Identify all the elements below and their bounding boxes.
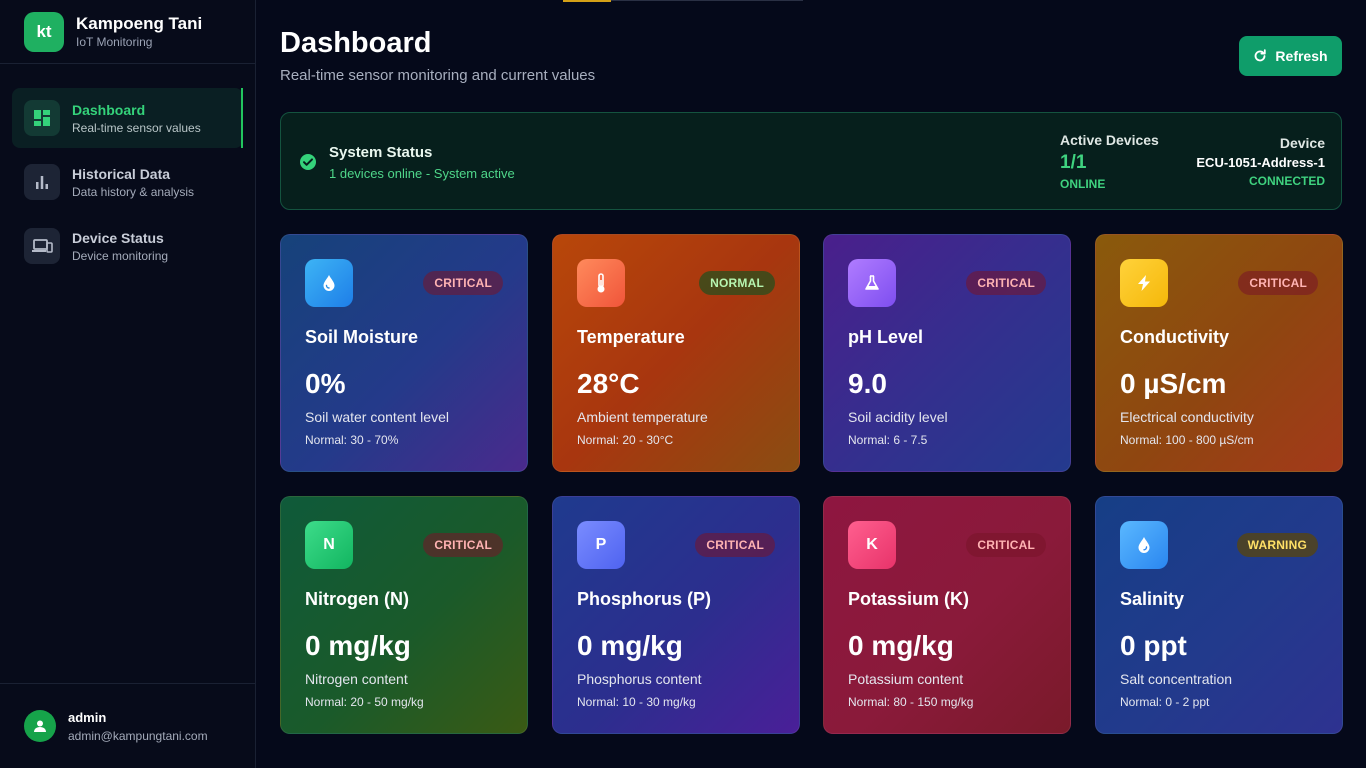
sensor-name: pH Level bbox=[848, 327, 924, 347]
sensor-description: Phosphorus content bbox=[577, 671, 702, 687]
nitrogen-icon: N bbox=[305, 521, 353, 569]
sensor-card-soil-moisture[interactable]: CRITICAL Soil Moisture 0% Soil water con… bbox=[280, 234, 528, 472]
sidebar-item-device-status[interactable]: Device Status Device monitoring bbox=[12, 216, 243, 276]
sensor-card-salinity[interactable]: WARNING Salinity 0 ppt Salt concentratio… bbox=[1095, 496, 1343, 734]
sensor-value: 0 mg/kg bbox=[848, 630, 954, 661]
sensor-card-nitrogen[interactable]: N CRITICAL Nitrogen (N) 0 mg/kg Nitrogen… bbox=[280, 496, 528, 734]
avatar bbox=[24, 710, 56, 742]
sensor-card-temperature[interactable]: NORMAL Temperature 28°C Ambient temperat… bbox=[552, 234, 800, 472]
sensor-name: Potassium (K) bbox=[848, 589, 970, 609]
user-name: admin bbox=[68, 709, 107, 725]
sidebar-item-historical-data[interactable]: Historical Data Data history & analysis bbox=[12, 152, 243, 212]
sidebar-item-label: Historical Data bbox=[72, 166, 171, 182]
phosphorus-icon: P bbox=[577, 521, 625, 569]
sensor-description: Soil water content level bbox=[305, 409, 449, 425]
refresh-icon bbox=[1255, 49, 1267, 62]
sensor-name: Soil Moisture bbox=[305, 327, 419, 347]
active-devices-state: ONLINE bbox=[1060, 177, 1106, 191]
loading-indicator bbox=[563, 0, 611, 2]
sensor-value: 0 ppt bbox=[1120, 630, 1187, 661]
sensor-description: Potassium content bbox=[848, 671, 964, 687]
status-badge: CRITICAL bbox=[966, 271, 1046, 295]
dashboard-grid-icon bbox=[24, 100, 60, 136]
sensor-description: Soil acidity level bbox=[848, 409, 948, 425]
sensor-value: 0 µS/cm bbox=[1120, 368, 1227, 399]
brand-header: kt Kampoeng Tani IoT Monitoring bbox=[0, 0, 255, 64]
status-badge: CRITICAL bbox=[423, 271, 503, 295]
device-info: Device ECU-1051-Address-1 CONNECTED bbox=[1196, 135, 1325, 188]
sensor-card-conductivity[interactable]: CRITICAL Conductivity 0 µS/cm Electrical… bbox=[1095, 234, 1343, 472]
status-badge: CRITICAL bbox=[695, 533, 775, 557]
sidebar-item-dashboard[interactable]: Dashboard Real-time sensor values bbox=[12, 88, 243, 148]
device-label: Device bbox=[1279, 135, 1325, 151]
device-state: CONNECTED bbox=[1248, 174, 1325, 188]
sensor-card-ph-level[interactable]: CRITICAL pH Level 9.0 Soil acidity level… bbox=[823, 234, 1071, 472]
sensor-name: Nitrogen (N) bbox=[305, 589, 409, 609]
sensor-description: Electrical conductivity bbox=[1120, 409, 1254, 425]
active-devices: Active Devices 1/1 ONLINE bbox=[1060, 132, 1159, 191]
sensor-name: Salinity bbox=[1120, 589, 1185, 609]
system-status-panel: System Status 1 devices online - System … bbox=[280, 112, 1342, 210]
sensor-card-potassium[interactable]: K CRITICAL Potassium (K) 0 mg/kg Potassi… bbox=[823, 496, 1071, 734]
water-drop-icon bbox=[305, 259, 353, 307]
status-badge: CRITICAL bbox=[423, 533, 503, 557]
device-name: ECU-1051-Address-1 bbox=[1196, 155, 1325, 170]
bar-chart-icon bbox=[24, 164, 60, 200]
active-devices-value: 1/1 bbox=[1060, 152, 1087, 173]
status-badge: NORMAL bbox=[699, 271, 775, 295]
user-icon bbox=[34, 720, 46, 732]
user-profile[interactable]: admin admin@kampungtani.com bbox=[0, 683, 255, 768]
brand-logo[interactable]: kt bbox=[24, 11, 64, 52]
potassium-icon: K bbox=[848, 521, 896, 569]
brand-title: Kampoeng Tani bbox=[76, 14, 203, 33]
active-devices-label: Active Devices bbox=[1060, 132, 1159, 148]
sensor-value: 28°C bbox=[577, 368, 640, 399]
sensor-normal-range: Normal: 100 - 800 µS/cm bbox=[1120, 433, 1254, 447]
check-circle-icon bbox=[299, 153, 317, 176]
sensor-value: 0% bbox=[305, 368, 346, 399]
sensor-value: 9.0 bbox=[848, 368, 887, 399]
sidebar: kt Kampoeng Tani IoT Monitoring Dashboar… bbox=[0, 0, 256, 768]
sensor-name: Phosphorus (P) bbox=[577, 589, 711, 609]
status-badge: CRITICAL bbox=[966, 533, 1046, 557]
sensor-normal-range: Normal: 20 - 30°C bbox=[577, 433, 674, 447]
refresh-button[interactable]: Refresh bbox=[1239, 36, 1342, 76]
sidebar-item-desc: Device monitoring bbox=[72, 249, 169, 263]
sensor-name: Conductivity bbox=[1120, 327, 1230, 347]
sensor-value: 0 mg/kg bbox=[305, 630, 411, 661]
sidebar-item-desc: Data history & analysis bbox=[72, 185, 195, 199]
refresh-label: Refresh bbox=[1275, 48, 1328, 64]
devices-icon bbox=[24, 228, 60, 264]
sensor-normal-range: Normal: 6 - 7.5 bbox=[848, 433, 928, 447]
page-subtitle: Real-time sensor monitoring and current … bbox=[280, 67, 596, 84]
page-title: Dashboard bbox=[280, 27, 432, 59]
sensor-description: Ambient temperature bbox=[577, 409, 708, 425]
sensor-name: Temperature bbox=[577, 327, 685, 347]
status-badge: CRITICAL bbox=[1238, 271, 1318, 295]
sidebar-item-label: Dashboard bbox=[72, 102, 146, 118]
status-subtitle: 1 devices online - System active bbox=[329, 166, 515, 181]
sensor-normal-range: Normal: 30 - 70% bbox=[305, 433, 399, 447]
status-title: System Status bbox=[329, 144, 433, 161]
lightning-icon bbox=[1120, 259, 1168, 307]
flask-icon bbox=[848, 259, 896, 307]
thermometer-icon bbox=[577, 259, 625, 307]
sensor-card-phosphorus[interactable]: P CRITICAL Phosphorus (P) 0 mg/kg Phosph… bbox=[552, 496, 800, 734]
sensor-normal-range: Normal: 20 - 50 mg/kg bbox=[305, 695, 424, 709]
sidebar-item-desc: Real-time sensor values bbox=[72, 121, 201, 135]
sensor-normal-range: Normal: 10 - 30 mg/kg bbox=[577, 695, 696, 709]
sensor-description: Nitrogen content bbox=[305, 671, 408, 687]
sidebar-item-label: Device Status bbox=[72, 230, 164, 246]
sensor-normal-range: Normal: 80 - 150 mg/kg bbox=[848, 695, 974, 709]
status-badge: WARNING bbox=[1236, 533, 1318, 557]
salt-drop-icon bbox=[1120, 521, 1168, 569]
user-email: admin@kampungtani.com bbox=[68, 728, 208, 743]
sidebar-nav: Dashboard Real-time sensor values Histor… bbox=[0, 64, 255, 276]
sensor-value: 0 mg/kg bbox=[577, 630, 683, 661]
brand-subtitle: IoT Monitoring bbox=[76, 35, 153, 49]
sensor-normal-range: Normal: 0 - 2 ppt bbox=[1120, 695, 1210, 709]
sensor-description: Salt concentration bbox=[1120, 671, 1233, 687]
